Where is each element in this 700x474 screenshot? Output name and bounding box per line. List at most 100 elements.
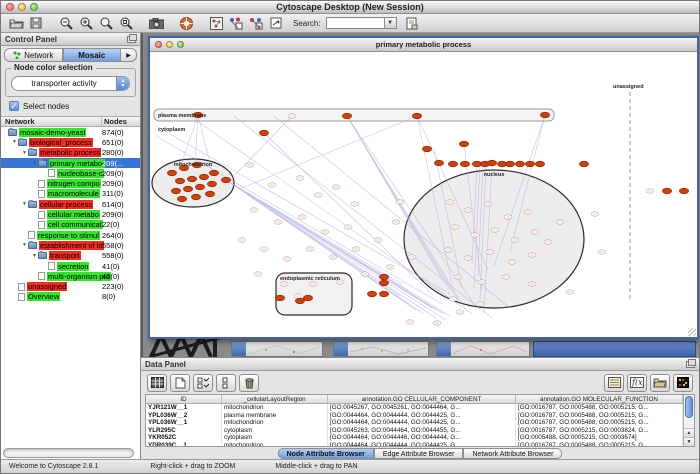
minimized-window[interactable]: [231, 341, 323, 357]
network-node-selected-color[interactable]: [195, 184, 204, 190]
tree-row[interactable]: response to stimul264(0): [1, 230, 140, 240]
network-node-selected-color[interactable]: [342, 113, 351, 119]
zoom-out-icon[interactable]: [57, 15, 75, 31]
tree-row[interactable]: mosaic-demo-yeast874(0): [1, 127, 140, 137]
tab-mosaic[interactable]: Mosaic: [63, 48, 122, 62]
disclosure-triangle-icon[interactable]: ▼: [21, 242, 28, 248]
search-input[interactable]: [326, 17, 384, 29]
table-scrollbar[interactable]: ▲ ▼: [683, 395, 694, 446]
import-attributes-icon[interactable]: [650, 374, 670, 392]
region-nucleus[interactable]: [404, 170, 584, 308]
float-panel-icon[interactable]: [127, 36, 136, 43]
unselect-attributes-icon[interactable]: [216, 374, 236, 392]
new-attribute-icon[interactable]: [170, 374, 190, 392]
annotation-icon[interactable]: [267, 15, 285, 31]
tree-row[interactable]: ▼primary metabol209(...: [1, 158, 140, 168]
tree-row[interactable]: secretion41(0): [1, 261, 140, 271]
disclosure-triangle-icon[interactable]: ▼: [31, 253, 38, 259]
tree-row[interactable]: unassigned223(0): [1, 281, 140, 291]
network-node-selected-color[interactable]: [205, 191, 214, 197]
minimize-button[interactable]: [18, 3, 26, 11]
tree-row[interactable]: ▼transport558(0): [1, 251, 140, 261]
network-node-selected-color[interactable]: [579, 161, 588, 167]
column-header[interactable]: ID: [146, 395, 222, 403]
network-node-selected-color[interactable]: [379, 274, 388, 280]
table-row[interactable]: YJR121W__1mitochondrion[GO:0045267, GO:0…: [146, 404, 683, 412]
column-header[interactable]: _cellularLayoutRegion: [222, 395, 328, 403]
network-node-selected-color[interactable]: [525, 161, 534, 167]
network-node-selected-color[interactable]: [679, 188, 688, 194]
tree-row[interactable]: nitrogen compo209(0): [1, 178, 140, 188]
tree-row[interactable]: macromolecule311(0): [1, 189, 140, 199]
scrollbar-thumb[interactable]: [685, 396, 693, 418]
network-node-selected-color[interactable]: [662, 188, 671, 194]
minimized-window[interactable]: [533, 341, 696, 357]
vizmapper-icon[interactable]: [227, 15, 245, 31]
network-node-selected-color[interactable]: [505, 161, 514, 167]
network-node-selected-color[interactable]: [295, 298, 304, 304]
tree-row[interactable]: ▼metabolic process280(0): [1, 148, 140, 158]
tab-edge-attribute-browser[interactable]: Edge Attribute Browser: [374, 448, 464, 459]
tree-row[interactable]: ▼cellular process614(0): [1, 199, 140, 209]
layout-icon[interactable]: [247, 15, 265, 31]
disclosure-triangle-icon[interactable]: ▼: [11, 139, 18, 145]
network-node-selected-color[interactable]: [167, 170, 176, 176]
zoom-window-button[interactable]: [30, 3, 38, 11]
tab-network-attribute-browser[interactable]: Network Attribute Browser: [463, 448, 562, 459]
network-window-titlebar[interactable]: primary metabolic process: [150, 38, 697, 52]
disclosure-triangle-icon[interactable]: ▼: [21, 150, 28, 156]
tree-row[interactable]: cell communicat22(0): [1, 220, 140, 230]
network-overview-icon[interactable]: [207, 15, 225, 31]
network-node-selected-color[interactable]: [275, 295, 284, 301]
tree-row[interactable]: ▼biological_process651(0): [1, 137, 140, 147]
network-node-selected-color[interactable]: [187, 176, 196, 182]
save-session-icon[interactable]: [27, 15, 45, 31]
float-panel-icon[interactable]: [686, 361, 695, 368]
attribute-list-icon[interactable]: [604, 374, 624, 392]
network-node-selected-color[interactable]: [459, 141, 468, 147]
column-header[interactable]: annotation.GO MOLECULAR_FUNCTION: [516, 395, 683, 403]
scroll-up-icon[interactable]: ▲: [684, 428, 694, 437]
zoom-fit-icon[interactable]: [97, 15, 115, 31]
network-node-selected-color[interactable]: [191, 194, 200, 200]
close-button[interactable]: [6, 3, 14, 11]
disclosure-triangle-icon[interactable]: ▼: [21, 201, 28, 207]
attribute-table-icon[interactable]: [147, 374, 167, 392]
network-node-selected-color[interactable]: [171, 188, 180, 194]
network-node-selected-color[interactable]: [412, 113, 421, 119]
network-node-selected-color[interactable]: [434, 160, 443, 166]
zoom-selected-icon[interactable]: [117, 15, 135, 31]
table-row[interactable]: YPL036W__2plasma membrane[GO:0044464, GO…: [146, 412, 683, 420]
tree-row[interactable]: cellular metabo209(0): [1, 209, 140, 219]
matrix-icon[interactable]: [673, 374, 693, 392]
network-node-selected-color[interactable]: [379, 291, 388, 297]
search-options-icon[interactable]: [403, 15, 421, 31]
network-node-selected-color[interactable]: [487, 160, 496, 166]
network-node-selected-color[interactable]: [207, 181, 216, 187]
tab-node-attribute-browser[interactable]: Node Attribute Browser: [278, 448, 374, 459]
snapshot-icon[interactable]: [147, 15, 165, 31]
disclosure-triangle-icon[interactable]: ▼: [31, 160, 38, 166]
close-view-button[interactable]: [155, 41, 162, 48]
network-node-selected-color[interactable]: [259, 130, 268, 136]
tree-row[interactable]: multi-organism pro42(0): [1, 271, 140, 281]
table-row[interactable]: YPL036W__1mitochondrion[GO:0044464, GO:0…: [146, 419, 683, 427]
tree-row[interactable]: Overview8(0): [1, 292, 140, 302]
resize-grip[interactable]: [688, 328, 696, 336]
delete-attribute-icon[interactable]: [239, 374, 259, 392]
help-icon[interactable]: [177, 15, 195, 31]
network-node-selected-color[interactable]: [175, 178, 184, 184]
minimize-view-button[interactable]: [166, 41, 173, 48]
zoom-view-button[interactable]: [177, 41, 184, 48]
network-node-selected-color[interactable]: [448, 161, 457, 167]
node-color-dropdown[interactable]: transporter activity ▲▼: [11, 76, 130, 91]
network-node-selected-color[interactable]: [540, 112, 549, 118]
network-node-selected-color[interactable]: [177, 196, 186, 202]
minimized-window[interactable]: [436, 341, 530, 357]
network-node-selected-color[interactable]: [303, 295, 312, 301]
select-attributes-icon[interactable]: [193, 374, 213, 392]
network-node-selected-color[interactable]: [183, 186, 192, 192]
scroll-down-icon[interactable]: ▼: [684, 437, 694, 446]
network-node-selected-color[interactable]: [367, 291, 376, 297]
network-node-selected-color[interactable]: [515, 161, 524, 167]
